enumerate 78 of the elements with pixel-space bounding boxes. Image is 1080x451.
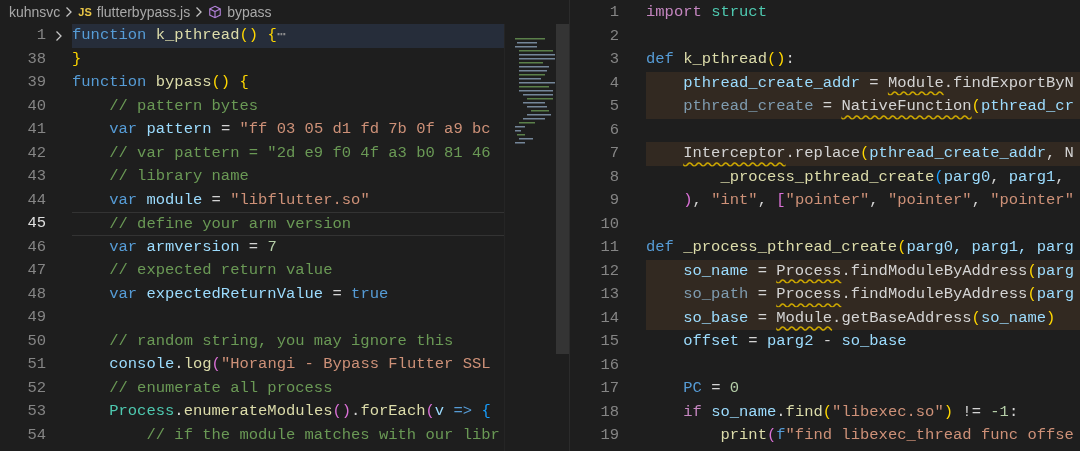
code-line: } xyxy=(72,49,82,68)
code-line: var expectedReturnValue = true xyxy=(108,284,389,303)
code-line: // pattern bytes xyxy=(108,96,259,115)
breadcrumb-symbol[interactable]: bypass xyxy=(227,1,272,23)
code-line: // if the module matches with our libr xyxy=(145,425,500,444)
js-file-icon: JS xyxy=(78,3,92,21)
code-line: _process_pthread_create(parg0, parg1, xyxy=(719,167,1065,186)
line-number: 45 xyxy=(26,213,46,235)
scrollbar-thumb[interactable] xyxy=(556,24,569,354)
code-line: var module = "libflutter.so" xyxy=(108,190,370,209)
line-number: 16 xyxy=(599,354,619,376)
line-number: 47 xyxy=(26,260,46,282)
code-line: // library name xyxy=(108,167,249,185)
line-number: 8 xyxy=(608,166,619,188)
line-number: 17 xyxy=(599,378,619,400)
chevron-right-icon[interactable] xyxy=(195,6,204,18)
code-line: def k_pthread(): xyxy=(646,50,795,68)
code-line: var armversion = 7 xyxy=(108,237,277,256)
code-line: so_path = Process.findModuleByAddress(parg xyxy=(682,285,1074,303)
code-line: Interceptor.replace(pthread_create_addr, N xyxy=(682,144,1074,162)
line-number: 52 xyxy=(26,377,46,399)
line-number: 44 xyxy=(26,189,46,211)
line-number: 1 xyxy=(35,25,46,47)
line-number: 43 xyxy=(26,166,46,188)
line-number: 49 xyxy=(26,307,46,329)
line-number: 4 xyxy=(608,72,619,94)
line-number: 42 xyxy=(26,142,46,164)
line-number: 15 xyxy=(599,331,619,353)
line-number: 9 xyxy=(608,190,619,212)
code-line: console.log("Horangi - Bypass Flutter SSL xyxy=(108,355,491,373)
line-number: 50 xyxy=(26,330,46,352)
line-number: 10 xyxy=(599,213,619,235)
code-line: offset = parg2 - so_base xyxy=(682,332,907,350)
line-number: 39 xyxy=(26,72,46,94)
line-number: 41 xyxy=(26,119,46,141)
code-line: ), "int", ["pointer", "pointer", "pointer" xyxy=(682,191,1074,209)
code-line: so_base = Module.getBaseAddress(so_name) xyxy=(682,308,1056,327)
code-line: def _process_pthread_create(parg0, parg1, parg xyxy=(646,238,1074,256)
code-line: if so_name.find("libexec.so") != -1: xyxy=(682,402,1019,421)
code-line: // var pattern = "2d e9 f0 4f a3 b0 81 46 xyxy=(108,143,491,162)
chevron-right-icon[interactable] xyxy=(55,29,63,42)
line-number: 46 xyxy=(26,236,46,258)
line-number: 51 xyxy=(26,354,46,376)
code-line: function k_pthread() {⋯ xyxy=(72,26,287,44)
code-line: import struct xyxy=(646,3,767,21)
line-number: 1 xyxy=(608,2,619,24)
line-number: 53 xyxy=(26,401,46,423)
line-number: 40 xyxy=(26,95,46,117)
code-line: so_name = Process.findModuleByAddress(parg xyxy=(682,261,1074,280)
line-number: 38 xyxy=(26,48,46,70)
code-line: Process.enumerateModules().forEach(v => { xyxy=(108,402,491,420)
line-number: 48 xyxy=(26,283,46,305)
code-line: var pattern = "ff 03 05 d1 fd 7b 0f a9 bc xyxy=(108,120,491,138)
breadcrumb-folder[interactable]: kuhnsvc xyxy=(9,1,61,23)
line-number: 7 xyxy=(608,143,619,165)
line-number: 19 xyxy=(599,425,619,447)
code-line: // enumerate all process xyxy=(108,378,333,397)
line-number: 13 xyxy=(599,284,619,306)
chevron-right-icon[interactable] xyxy=(65,6,74,18)
line-number: 18 xyxy=(599,401,619,423)
line-number: 5 xyxy=(608,96,619,118)
code-line: // expected return value xyxy=(108,261,333,279)
code-line: function bypass() { xyxy=(72,73,249,91)
code-line: PC = 0 xyxy=(682,379,740,397)
code-line: // random string, you may ignore this xyxy=(108,331,454,350)
line-number: 3 xyxy=(608,49,619,71)
line-number: 14 xyxy=(599,307,619,329)
line-number: 2 xyxy=(608,25,619,47)
line-number: 54 xyxy=(26,424,46,446)
code-line: pthread_create_addr = Module.findExportByN xyxy=(682,73,1074,92)
code-line: pthread_create = NativeFunction(pthread_cr xyxy=(682,97,1074,115)
line-number: 11 xyxy=(599,237,619,259)
cube-icon xyxy=(208,5,223,19)
code-line: print(f"find libexec_thread func offse xyxy=(719,426,1074,444)
breadcrumb-file[interactable]: flutterbypass.js xyxy=(96,1,191,23)
line-number: 12 xyxy=(599,260,619,282)
code-line: // define your arm version xyxy=(108,215,352,233)
line-number: 6 xyxy=(608,119,619,141)
